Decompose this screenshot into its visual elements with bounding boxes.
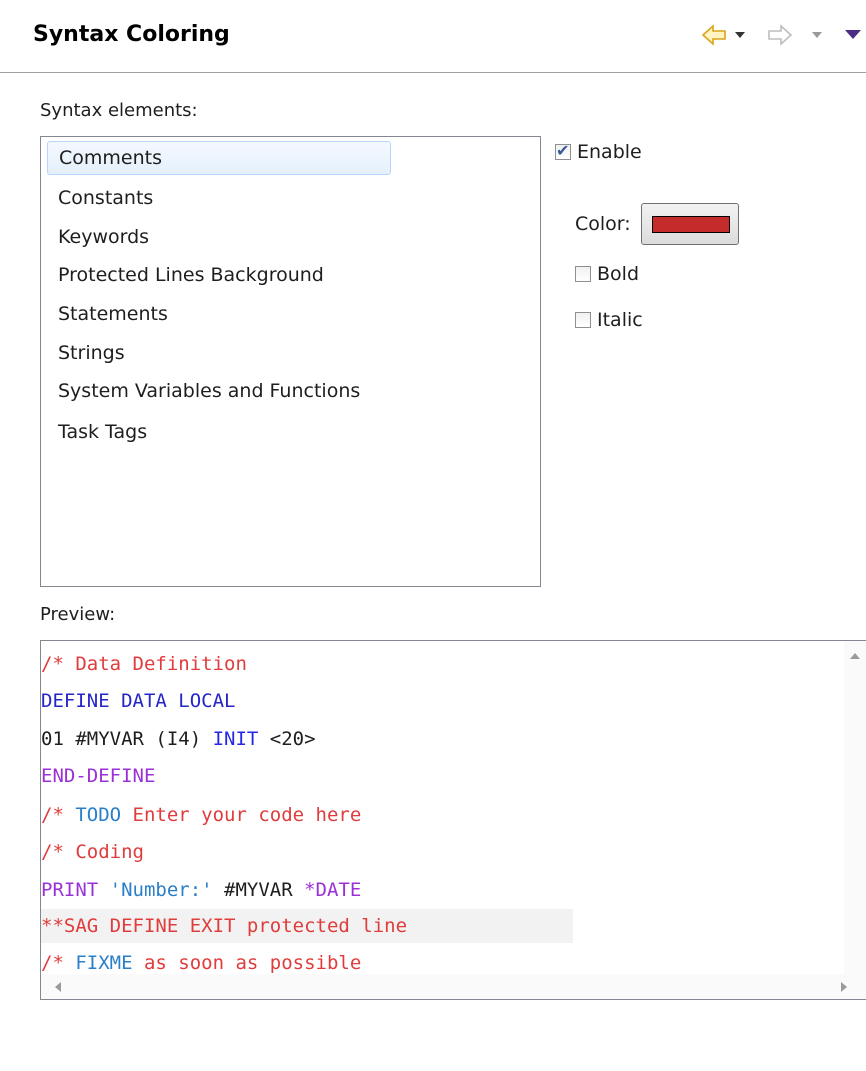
enable-option[interactable]: ✔ Enable <box>555 138 642 166</box>
bold-label: Bold <box>597 263 639 285</box>
vertical-scrollbar[interactable] <box>844 641 866 999</box>
page-title: Syntax Coloring <box>33 22 230 47</box>
syntax-elements-list[interactable]: Comments Constants Keywords Protected Li… <box>40 136 541 587</box>
enable-label: Enable <box>577 141 642 163</box>
scroll-up-icon[interactable] <box>850 653 860 659</box>
scroll-left-icon[interactable] <box>55 982 61 992</box>
code-token: /* Coding <box>41 841 144 863</box>
code-token: INIT <box>212 728 259 750</box>
italic-option[interactable]: Italic <box>575 306 643 334</box>
back-arrow-icon[interactable] <box>701 22 727 48</box>
code-line: **SAG DEFINE EXIT protected line <box>41 909 573 943</box>
list-item-strings[interactable]: Strings <box>58 336 125 370</box>
code-token: /* <box>41 952 76 974</box>
code-token: 'Number:' <box>109 879 213 901</box>
code-line: /* Data Definition <box>41 647 247 681</box>
list-item-protected-lines-background[interactable]: Protected Lines Background <box>58 258 324 292</box>
code-line: 01 #MYVAR (I4) INIT <20> <box>41 722 316 756</box>
code-token: PRINT <box>41 879 110 901</box>
code-line: DEFINE DATA LOCAL <box>41 684 235 718</box>
list-item-system-variables[interactable]: System Variables and Functions <box>58 374 360 408</box>
horizontal-scrollbar[interactable] <box>41 974 866 999</box>
enable-checkbox[interactable]: ✔ <box>555 141 571 160</box>
code-token: /* Data Definition <box>41 653 247 675</box>
back-dropdown-icon[interactable] <box>735 32 745 38</box>
list-item-constants[interactable]: Constants <box>58 181 153 215</box>
color-picker-button[interactable] <box>640 203 739 245</box>
code-token: TODO <box>75 804 122 826</box>
code-token: *DATE <box>304 879 362 901</box>
preview-label: Preview: <box>40 604 116 625</box>
code-line: PRINT 'Number:' #MYVAR *DATE <box>41 873 361 907</box>
forward-dropdown-icon[interactable] <box>812 32 822 38</box>
code-token: /* <box>41 804 76 826</box>
scroll-right-icon[interactable] <box>841 982 847 992</box>
code-token: DEFINE DATA LOCAL <box>41 690 236 712</box>
bold-option[interactable]: Bold <box>575 260 639 288</box>
code-token: 01 #MYVAR (I4) <box>41 728 213 750</box>
view-menu-icon[interactable] <box>845 30 861 39</box>
list-item-task-tags[interactable]: Task Tags <box>58 415 147 449</box>
bold-checkbox[interactable] <box>575 266 591 282</box>
preview-panel[interactable]: /* Data Definition DEFINE DATA LOCAL 01 #M… <box>40 640 866 1000</box>
check-mark-icon: ✔ <box>556 141 570 160</box>
code-token: Enter your code here <box>121 804 362 826</box>
code-token: **SAG DEFINE EXIT protected line <box>41 915 408 937</box>
code-token: END-DEFINE <box>41 765 156 787</box>
italic-label: Italic <box>597 309 643 331</box>
code-line: END-DEFINE <box>41 759 155 793</box>
code-line: /* TODO Enter your code here <box>41 798 361 832</box>
list-item-comments[interactable]: Comments <box>47 141 391 175</box>
code-line: /* Coding <box>41 835 144 869</box>
syntax-elements-label: Syntax elements: <box>40 100 198 121</box>
list-item-keywords[interactable]: Keywords <box>58 220 149 254</box>
color-option: Color: <box>575 203 739 245</box>
list-item-statements[interactable]: Statements <box>58 297 168 331</box>
view-header: Syntax Coloring <box>0 0 866 73</box>
code-token: <20> <box>258 728 316 750</box>
code-token: as soon as possible <box>132 952 362 974</box>
code-token: FIXME <box>75 952 133 974</box>
italic-checkbox[interactable] <box>575 312 591 328</box>
forward-arrow-icon[interactable] <box>767 22 793 48</box>
color-label: Color: <box>575 213 631 235</box>
code-token: #MYVAR <box>212 879 305 901</box>
color-swatch <box>651 216 730 233</box>
